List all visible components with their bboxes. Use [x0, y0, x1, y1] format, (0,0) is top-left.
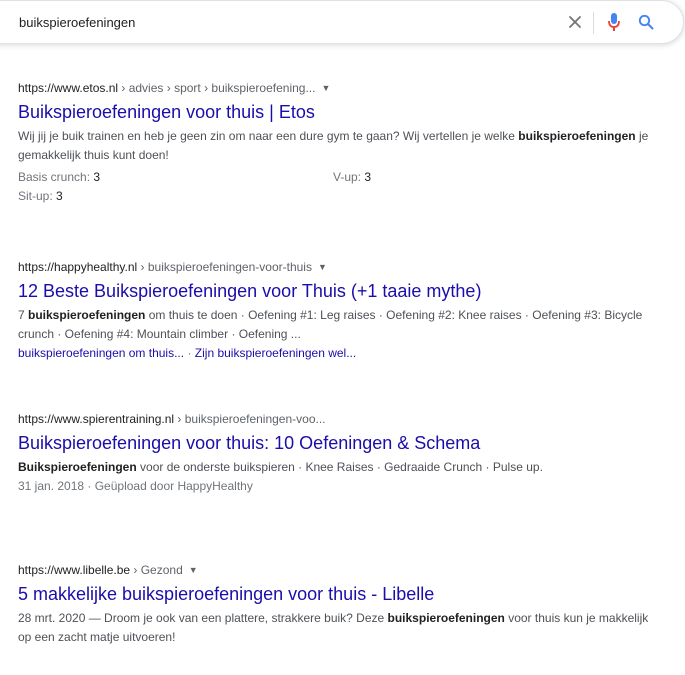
result-snippet: 7 buikspieroefeningen om thuis te doen ·…: [18, 308, 643, 341]
result-url-breadcrumbs: › buikspieroefeningen-voor-thuis: [137, 260, 312, 274]
result-snippet: Buikspieroefeningen voor de onderste bui…: [18, 460, 543, 474]
result-url-breadcrumbs: › buikspieroefeningen-voo...: [174, 412, 326, 426]
caret-down-icon[interactable]: ▼: [321, 80, 330, 96]
search-button[interactable]: [634, 10, 658, 34]
search-results-page: https://www.etos.nl › advies › sport › b…: [0, 0, 685, 675]
result-url[interactable]: https://www.libelle.be › Gezond ▼: [18, 562, 658, 578]
search-bar: [0, 0, 684, 44]
result-url[interactable]: https://www.etos.nl › advies › sport › b…: [18, 80, 658, 96]
result-url[interactable]: https://www.spierentraining.nl › buikspi…: [18, 411, 658, 427]
result-snippet: Wij jij je buik trainen en heb je geen z…: [18, 129, 649, 162]
result-url-breadcrumbs: › Gezond: [130, 563, 183, 577]
fact-item: Sit-up: 3: [18, 189, 63, 203]
search-result: https://happyhealthy.nl › buikspieroefen…: [18, 259, 658, 363]
clear-search-button[interactable]: [563, 10, 587, 34]
result-url-base: https://www.spierentraining.nl: [18, 412, 175, 426]
search-input[interactable]: [19, 11, 499, 33]
result-url-base: https://www.etos.nl: [18, 81, 119, 95]
result-url-breadcrumbs: › advies › sport › buikspieroefening...: [118, 81, 316, 95]
result-meta: 31 jan. 2018 · Geüpload door HappyHealth…: [18, 479, 253, 493]
result-title-link[interactable]: 5 makkelijke buikspieroefeningen voor th…: [18, 582, 658, 606]
close-icon: [569, 16, 581, 28]
search-bar-divider: [593, 12, 594, 34]
sitelink[interactable]: Zijn buikspieroefeningen wel...: [195, 346, 356, 360]
microphone-icon: [608, 13, 620, 31]
fact-item: Basis crunch: 3: [18, 170, 101, 184]
result-title-link[interactable]: Buikspieroefeningen voor thuis: 10 Oefen…: [18, 431, 658, 455]
caret-down-icon[interactable]: ▼: [318, 259, 327, 275]
result-title-link[interactable]: Buikspieroefeningen voor thuis | Etos: [18, 100, 658, 124]
result-facts: Basis crunch: 3 V-up: 3 Sit-up: 3: [18, 168, 658, 206]
result-snippet: 28 mrt. 2020 — Droom je ook van een plat…: [18, 611, 649, 644]
search-icon: [638, 14, 654, 30]
result-title-link[interactable]: 12 Beste Buikspieroefeningen voor Thuis …: [18, 279, 658, 303]
result-url-base: https://www.libelle.be: [18, 563, 131, 577]
result-url-base: https://happyhealthy.nl: [18, 260, 138, 274]
search-result: https://www.etos.nl › advies › sport › b…: [18, 80, 658, 206]
fact-item: V-up: 3: [333, 170, 372, 184]
result-sitelinks: buikspieroefeningen om thuis... · Zijn b…: [18, 344, 658, 363]
sitelink-separator: ·: [184, 346, 195, 360]
caret-down-icon[interactable]: ▼: [189, 562, 198, 578]
search-result: https://www.libelle.be › Gezond ▼ 5 makke…: [18, 562, 658, 647]
search-result: https://www.spierentraining.nl › buikspi…: [18, 411, 658, 496]
result-url[interactable]: https://happyhealthy.nl › buikspieroefen…: [18, 259, 658, 275]
sitelink[interactable]: buikspieroefeningen om thuis...: [18, 346, 184, 360]
voice-search-button[interactable]: [602, 10, 626, 34]
